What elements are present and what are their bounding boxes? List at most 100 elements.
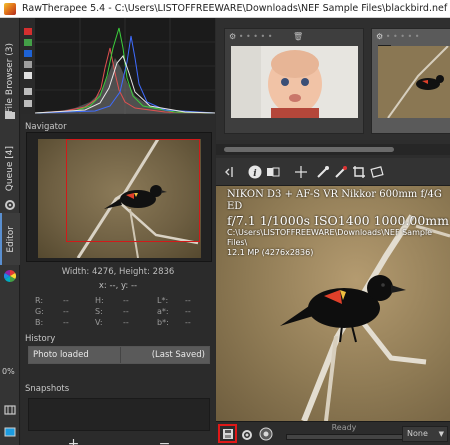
readout-h-label: H: [95, 296, 104, 305]
vertical-tab-strip: File Browser (3) Queue [4] Editor [0, 18, 20, 445]
readout-s-value: -- [123, 307, 129, 316]
external-editor-icon[interactable] [258, 426, 274, 442]
rating-stars[interactable]: • • • • • [386, 32, 420, 41]
readout-g-label: G: [35, 307, 44, 316]
crop-icon[interactable] [350, 163, 368, 181]
tab-queue[interactable]: Queue [4] [0, 140, 20, 198]
sidebar-percent: 0% [2, 367, 15, 376]
thumbnail-card-selected[interactable]: ⚙ • • • • • ✓ [371, 28, 450, 134]
color-picker-icon[interactable] [332, 163, 350, 181]
histogram-raw-toggle[interactable] [24, 88, 32, 95]
histogram-graph [35, 18, 215, 114]
histogram-red-toggle[interactable] [24, 28, 32, 35]
readout-v-value: -- [123, 318, 129, 327]
main-preview[interactable]: NIKON D3 + AF-S VR Nikkor 600mm f/4G ED … [216, 186, 450, 421]
navigator-preview[interactable] [38, 139, 201, 258]
gear-icon[interactable]: ⚙ [376, 32, 383, 41]
thumbnail-card[interactable]: ⚙ • • • • • 🗑 [224, 28, 364, 134]
history-item-action[interactable]: Photo loaded [29, 347, 121, 363]
exif-resolution: 12.1 MP (4276x2836) [227, 248, 314, 257]
readout-l-label: L*: [157, 296, 169, 305]
histogram-mode-toggle[interactable] [24, 100, 32, 107]
before-after-icon[interactable] [264, 163, 282, 181]
readout-h-value: -- [123, 296, 129, 305]
tab-file-browser-label: File Browser (3) [5, 42, 15, 113]
status-text: Ready [331, 423, 357, 432]
gear-icon[interactable]: ⚙ [229, 32, 236, 41]
window-title: RawTherapee 5.4 - C:\Users\LISTOFFREEWAR… [22, 3, 448, 14]
thumbnail-rating: ⚙ • • • • • 🗑 [229, 32, 303, 41]
trash-icon[interactable]: 🗑 [293, 32, 303, 41]
save-icon [222, 428, 233, 439]
hide-panel-icon[interactable] [220, 163, 238, 181]
thumbnail-image-blackbird [378, 46, 450, 118]
film-strip-icon[interactable] [0, 402, 20, 418]
editor-area: ⚙ • • • • • 🗑 ⚙ • • • • • i NIKON D3 + A… [216, 18, 450, 445]
info-icon[interactable]: i [246, 163, 264, 181]
histogram [21, 18, 215, 114]
readout-r-value: -- [63, 296, 69, 305]
exif-camera-lens: NIKON D3 + AF-S VR Nikkor 600mm f/4G ED [227, 189, 442, 212]
exif-overlay: NIKON D3 + AF-S VR Nikkor 600mm f/4G ED … [227, 189, 450, 258]
filmstrip-scroll-thumb[interactable] [224, 147, 394, 152]
history-item-note[interactable]: (Last Saved) [121, 347, 209, 363]
histogram-luminance-toggle[interactable] [24, 61, 32, 68]
remove-snapshot-button[interactable]: − [119, 435, 210, 445]
progress-bar [286, 434, 404, 440]
histogram-blue-toggle[interactable] [24, 50, 32, 57]
queue-settings-icon[interactable] [240, 427, 254, 441]
snapshots-list[interactable] [28, 398, 210, 431]
readout-bstar-label: b*: [157, 318, 169, 327]
svg-text:i: i [253, 169, 257, 179]
chevron-down-icon: ▼ [438, 430, 444, 438]
output-profile-select[interactable]: None ▼ [402, 426, 448, 442]
histogram-green-toggle[interactable] [24, 39, 32, 46]
snapshots-title: Snapshots [25, 384, 70, 394]
blackbird-thumb-image [378, 46, 450, 118]
thumbnail-image-baby [231, 46, 358, 118]
history-title: History [25, 334, 56, 344]
snapshot-buttons: + − [28, 435, 210, 445]
filmstrip-scrollbar[interactable] [216, 144, 450, 155]
readout-b-label: B: [35, 318, 44, 327]
editor-toolbar: i [216, 158, 450, 186]
tab-queue-label: Queue [4] [5, 146, 15, 192]
readout-s-label: S: [95, 307, 103, 316]
navigator-image-size: Width: 4276, Height: 2836 [61, 267, 175, 277]
baby-photo-image [231, 46, 358, 118]
panel-toggle-icon[interactable] [0, 424, 20, 440]
status-bar: Ready None ▼ [216, 421, 450, 445]
histogram-chroma-toggle[interactable] [24, 72, 32, 79]
title-bar: RawTherapee 5.4 - C:\Users\LISTOFFREEWAR… [0, 0, 450, 18]
straighten-icon[interactable] [368, 163, 386, 181]
add-snapshot-button[interactable]: + [28, 435, 119, 445]
tab-editor[interactable]: Editor [0, 213, 20, 265]
readout-a-value: -- [185, 307, 191, 316]
readout-b-value: -- [63, 318, 69, 327]
readout-g-value: -- [63, 307, 69, 316]
output-profile-value: None [407, 429, 428, 438]
exif-exposure: f/7.1 1/1000s ISO1400 1000.00mm [227, 213, 449, 228]
hand-tool-icon[interactable] [292, 163, 310, 181]
save-image-button[interactable] [218, 424, 237, 443]
tab-editor-label: Editor [6, 225, 16, 253]
folder-icon [0, 108, 20, 122]
rating-stars[interactable]: • • • • • [239, 32, 273, 41]
readout-bstar-value: -- [185, 318, 191, 327]
app-icon [4, 3, 16, 15]
filmstrip: ⚙ • • • • • 🗑 ⚙ • • • • • [216, 18, 450, 140]
histogram-controls [21, 18, 35, 114]
history-list: Photo loaded (Last Saved) [28, 346, 210, 364]
app-window: RawTherapee 5.4 - C:\Users\LISTOFFREEWAR… [0, 0, 450, 445]
readout-r-label: R: [35, 296, 44, 305]
navigator-viewport-rect[interactable] [66, 139, 200, 242]
readout-l-value: -- [185, 296, 191, 305]
white-balance-picker-icon[interactable] [314, 163, 332, 181]
exif-file-path: C:\Users\LISTOFFREEWARE\Downloads\NEF Sa… [227, 228, 433, 247]
gear-icon [0, 198, 20, 212]
thumbnail-rating: ⚙ • • • • • [376, 32, 419, 41]
readout-a-label: a*: [157, 307, 169, 316]
color-wheel-icon[interactable] [0, 268, 20, 284]
readout-v-label: V: [95, 318, 103, 327]
left-panel: Navigator Width: 4276, Height: 2836 x: - [21, 18, 215, 445]
